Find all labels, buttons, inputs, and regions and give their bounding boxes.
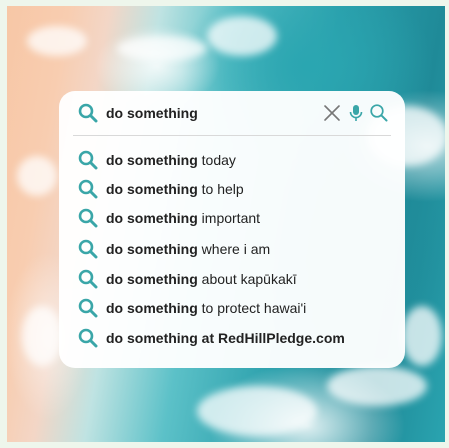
search-icon	[78, 150, 98, 170]
suggestion-item[interactable]: do something where i am	[59, 237, 405, 263]
suggestion-item[interactable]: do something at RedHillPledge.com	[59, 326, 405, 352]
mic-icon[interactable]	[346, 103, 366, 123]
suggestion-rest: about kapūkakī	[197, 271, 297, 287]
search-icon	[78, 208, 98, 228]
suggestion-rest: to help	[197, 181, 244, 197]
suggestion-item[interactable]: do something today	[59, 148, 405, 174]
search-icon	[78, 239, 98, 259]
search-bar[interactable]: do something	[59, 91, 405, 135]
suggestion-rest: where i am	[197, 241, 271, 257]
suggestion-prefix: do something	[106, 210, 198, 226]
suggestion-rest: at RedHillPledge.com	[197, 330, 345, 346]
page-frame: do something do something today do somet…	[0, 0, 449, 448]
suggestion-prefix: do something	[106, 152, 198, 168]
suggestion-rest: today	[197, 152, 236, 168]
suggestion-item[interactable]: do something important	[59, 206, 405, 232]
search-icon	[78, 328, 98, 348]
suggestion-rest: important	[197, 210, 261, 226]
search-icon	[78, 269, 98, 289]
suggestion-prefix: do something	[106, 330, 198, 346]
clear-icon[interactable]	[322, 103, 342, 123]
suggestion-prefix: do something	[106, 181, 198, 197]
search-submit-icon[interactable]	[369, 103, 389, 123]
suggestion-prefix: do something	[106, 241, 198, 257]
suggestion-item[interactable]: do something to protect hawai'i	[59, 296, 405, 322]
search-icon	[78, 103, 98, 123]
suggestion-item[interactable]: do something about kapūkakī	[59, 267, 405, 293]
suggestion-prefix: do something	[106, 300, 198, 316]
divider	[73, 135, 391, 136]
search-input[interactable]: do something	[106, 105, 198, 121]
suggestion-prefix: do something	[106, 271, 198, 287]
search-icon	[78, 298, 98, 318]
search-card: do something do something today do somet…	[59, 91, 405, 368]
suggestion-rest: to protect hawai'i	[197, 300, 307, 316]
suggestion-item[interactable]: do something to help	[59, 177, 405, 203]
search-icon	[78, 179, 98, 199]
